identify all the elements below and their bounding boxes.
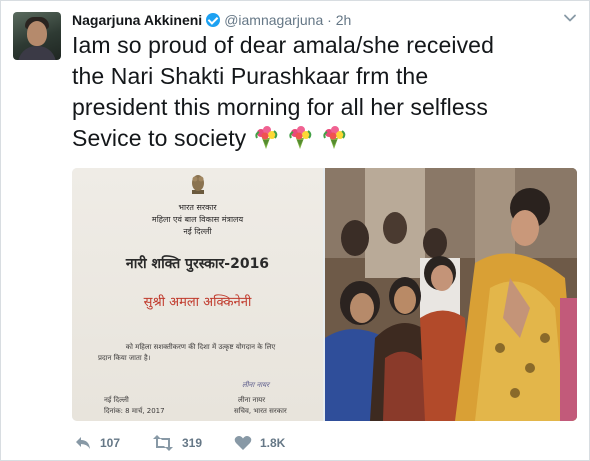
award-ceremony-photo[interactable] [325, 168, 577, 421]
separator: · [327, 12, 332, 28]
cert-signatory-title: सचिव, भारत सरकार [234, 407, 287, 415]
cert-line-3: नई दिल्ली [183, 227, 212, 236]
tweet-time[interactable]: 2h [336, 12, 352, 28]
reply-icon [76, 437, 90, 449]
reply-button[interactable]: 107 [74, 433, 120, 453]
tweet-text-line: president this morning for all her selfl… [72, 94, 488, 120]
avatar[interactable] [13, 12, 61, 60]
author-name[interactable]: Nagarjuna Akkineni [72, 12, 202, 28]
cert-line-1: भारत सरकार [178, 203, 217, 212]
cert-citation-2: प्रदान किया जाता है। [98, 354, 151, 362]
emblem-icon [192, 175, 204, 194]
cert-place: नई दिल्ली [104, 396, 129, 404]
cert-citation-1: को महिला सशक्तीकरण की दिशा में उत्कृष्ट … [125, 343, 276, 351]
tweet-text: Iam so proud of dear amala/she received … [72, 30, 577, 154]
avatar-face [27, 21, 47, 46]
retweet-count: 319 [182, 436, 203, 450]
avatar-shoulders [18, 46, 56, 60]
like-count: 1.8K [260, 436, 286, 450]
tweet-media[interactable]: भारत सरकार महिला एवं बाल विकास मंत्रालय … [72, 168, 577, 421]
tweet-text-line: Iam so proud of dear amala/she received [72, 32, 494, 58]
bouquet-icon [323, 126, 346, 149]
author-handle[interactable]: @iamnagarjuna [224, 12, 323, 28]
bouquet-icon [289, 126, 312, 149]
cert-recipient: सुश्री अमला अक्किनेनी [143, 295, 252, 310]
cert-signatory: लीना नायर [238, 396, 266, 404]
reply-count: 107 [100, 436, 121, 450]
cert-line-2: महिला एवं बाल विकास मंत्रालय [151, 215, 244, 224]
retweet-button[interactable]: 319 [152, 433, 202, 453]
bouquet-icon [255, 126, 278, 149]
tweet-text-line: Sevice to society [72, 125, 247, 151]
cert-signature: लीना नायर [242, 381, 270, 389]
cert-title: नारी शक्ति पुरस्कार-2016 [125, 256, 270, 272]
retweet-icon [153, 435, 173, 451]
cert-date: दिनांक: 8 मार्च, 2017 [104, 407, 165, 415]
chevron-down-icon[interactable] [563, 11, 577, 25]
tweet-header: Nagarjuna Akkineni @iamnagarjuna · 2h [72, 11, 351, 29]
tweet-text-last-line: Sevice to society [72, 123, 577, 154]
like-button[interactable]: 1.8K [234, 433, 285, 453]
verified-icon [206, 13, 221, 27]
certificate-image[interactable]: भारत सरकार महिला एवं बाल विकास मंत्रालय … [72, 168, 323, 421]
heart-icon [234, 436, 252, 450]
tweet-text-line: the Nari Shakti Purashkaar frm the [72, 63, 429, 89]
